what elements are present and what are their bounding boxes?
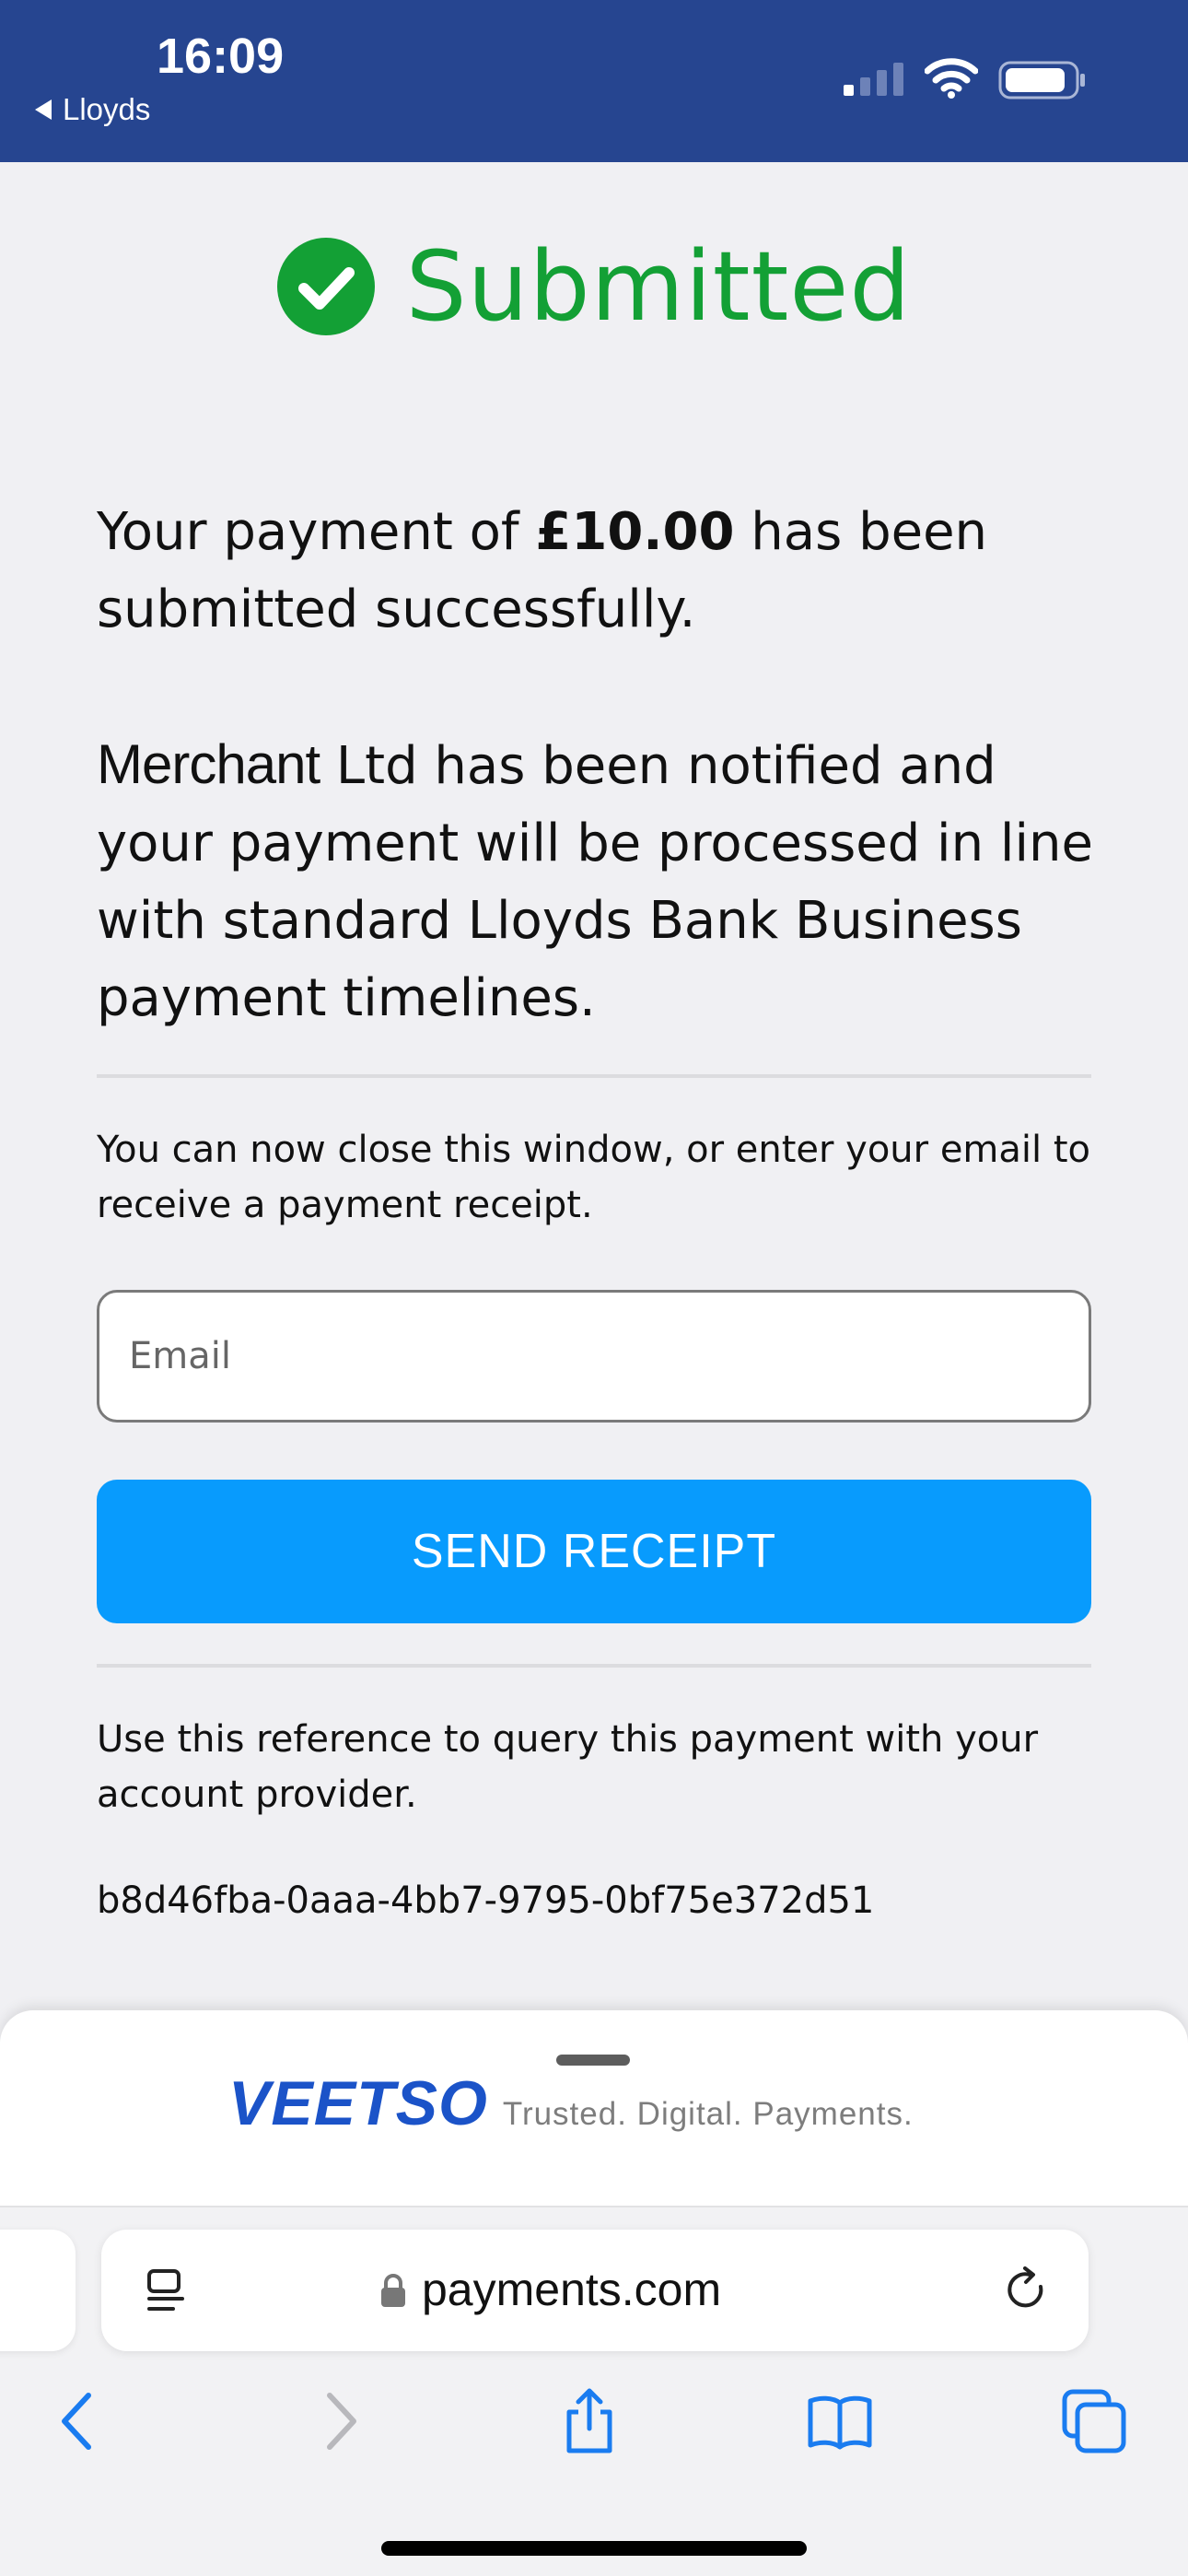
check-circle-icon: [276, 238, 375, 335]
confirmation-header: Submitted: [0, 230, 1188, 343]
divider: [97, 1074, 1091, 1078]
url-text[interactable]: payments.com: [422, 2263, 721, 2316]
forward-icon[interactable]: [306, 2388, 372, 2454]
status-time: 16:09: [157, 29, 285, 84]
payment-amount: £10.00: [535, 502, 735, 562]
back-to-app-link[interactable]: Lloyds: [35, 92, 150, 127]
reference-instructions: Use this reference to query this payment…: [97, 1718, 1039, 1816]
brand-tagline: Trusted. Digital. Payments.: [502, 2096, 914, 2132]
back-app-label: Lloyds: [63, 92, 151, 126]
back-icon[interactable]: [46, 2388, 112, 2454]
signal-icon: [844, 63, 903, 96]
payment-text-before: Your payment of: [97, 502, 536, 562]
tabs-icon[interactable]: [1061, 2388, 1127, 2454]
brand-footer: VEETSO Trusted. Digital. Payments.: [228, 2067, 914, 2139]
divider: [97, 1664, 1091, 1668]
send-receipt-button[interactable]: SEND RECEIPT: [97, 1480, 1091, 1623]
previous-tab-preview[interactable]: [0, 2230, 76, 2351]
bookmarks-icon[interactable]: [807, 2388, 873, 2454]
reload-icon[interactable]: [1004, 2266, 1050, 2316]
email-field[interactable]: [97, 1290, 1091, 1423]
merchant-notice-text: Merchant Ltd has been notified and your …: [97, 726, 1110, 1037]
receipt-instructions: You can now close this window, or enter …: [97, 1129, 1091, 1226]
payment-reference: b8d46fba-0aaa-4bb7-9795-0bf75e372d51: [97, 1879, 875, 1922]
battery-icon: [998, 61, 1085, 100]
share-icon[interactable]: [556, 2388, 623, 2454]
payment-confirmation-text: Your payment of £10.00 has been submitte…: [97, 494, 1110, 649]
back-triangle-icon: [35, 100, 52, 120]
page-title: Submitted: [405, 230, 912, 343]
brand-logo: VEETSO: [228, 2068, 488, 2138]
home-indicator[interactable]: [381, 2541, 807, 2556]
merchant-name: Merchant: [97, 733, 320, 795]
lock-icon: [381, 2274, 405, 2307]
sheet-grabber-handle[interactable]: [556, 2055, 630, 2066]
wifi-icon: [925, 58, 978, 99]
page-menu-icon[interactable]: [146, 2268, 188, 2314]
